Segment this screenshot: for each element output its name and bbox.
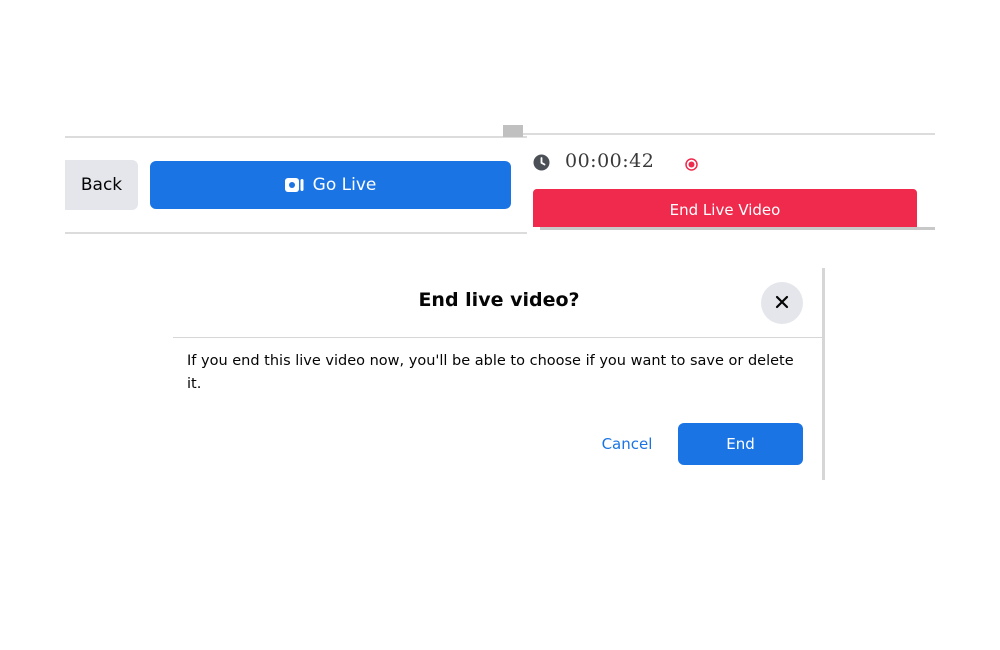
dialog-divider [173,337,823,338]
cancel-button[interactable]: Cancel [588,425,666,463]
live-timer: 00:00:42 [565,150,655,172]
close-icon [775,294,789,313]
go-live-label: Go Live [312,175,377,195]
clock-icon [533,154,550,171]
video-camera-icon [284,177,305,193]
drag-handle[interactable] [503,125,523,137]
dialog-title: End live video? [418,289,580,311]
end-live-video-button[interactable]: End Live Video [533,189,917,227]
recording-dot-icon [685,156,698,171]
back-button[interactable]: Back [65,160,138,210]
panel-divider-bottom [540,227,935,230]
end-label: End [726,435,755,453]
panel-divider-top [523,133,935,135]
end-button[interactable]: End [678,423,803,465]
cancel-label: Cancel [601,435,653,453]
go-live-button[interactable]: Go Live [150,161,511,209]
close-button[interactable] [761,282,803,324]
back-button-label: Back [80,175,123,195]
end-live-video-label: End Live Video [669,201,781,219]
dialog-message: If you end this live video now, you'll b… [187,353,794,392]
